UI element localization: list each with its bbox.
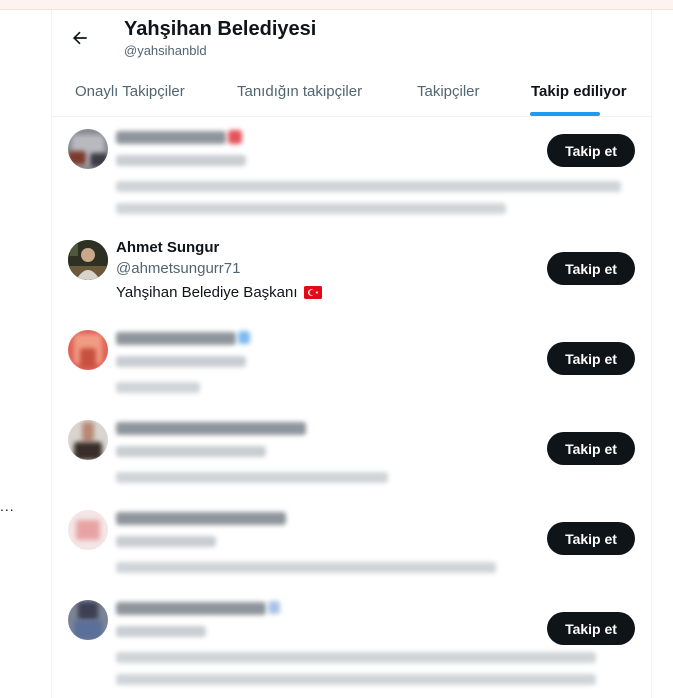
blurred-name xyxy=(116,602,266,615)
blurred-name xyxy=(116,422,306,435)
profile-header: Yahşihan Belediyesi @yahsihanbld xyxy=(52,10,651,66)
follow-button[interactable]: Takip et xyxy=(547,612,635,645)
follow-button[interactable]: Takip et xyxy=(547,342,635,375)
blurred-badge xyxy=(268,601,280,614)
avatar[interactable] xyxy=(68,510,108,550)
follow-tabs: Onaylı Takipçiler Tanıdığın takipçiler T… xyxy=(52,66,651,117)
blurred-name xyxy=(116,512,286,525)
blurred-bio xyxy=(116,652,596,663)
blurred-bio xyxy=(116,562,496,573)
blurred-handle xyxy=(116,155,246,166)
avatar[interactable] xyxy=(68,240,108,280)
user-row[interactable]: Takip et xyxy=(52,498,651,588)
back-arrow-icon xyxy=(72,31,87,45)
avatar[interactable] xyxy=(68,420,108,460)
tab-following[interactable]: Takip ediliyor xyxy=(531,66,627,116)
bio-text: Yahşihan Belediye Başkanı xyxy=(116,284,298,301)
user-row[interactable]: Takip et xyxy=(52,588,651,685)
blurred-handle xyxy=(116,446,266,457)
page-handle: @yahsihanbld xyxy=(124,43,207,58)
following-column: Yahşihan Belediyesi @yahsihanbld Onaylı … xyxy=(51,10,652,698)
user-bio: Yahşihan Belediye Başkanı xyxy=(116,284,322,301)
browser-top-strip xyxy=(0,0,673,10)
blurred-bio xyxy=(116,203,506,214)
follow-button[interactable]: Takip et xyxy=(547,252,635,285)
follow-button[interactable]: Takip et xyxy=(547,134,635,167)
blurred-bio xyxy=(116,674,596,685)
blurred-name xyxy=(116,131,226,144)
turkey-flag-icon xyxy=(303,286,322,299)
follow-button[interactable]: Takip et xyxy=(547,432,635,465)
more-ellipsis[interactable]: ... xyxy=(0,498,15,514)
avatar[interactable] xyxy=(68,600,108,640)
blurred-bio xyxy=(116,382,200,393)
blurred-bio xyxy=(116,181,621,192)
blurred-handle xyxy=(116,536,216,547)
page-title: Yahşihan Belediyesi xyxy=(124,18,317,40)
user-row[interactable]: Takip et xyxy=(52,318,651,408)
blurred-bio xyxy=(116,472,388,483)
blurred-handle xyxy=(116,356,246,367)
avatar[interactable] xyxy=(68,330,108,370)
blurred-name xyxy=(116,332,236,345)
blurred-badge xyxy=(238,331,250,344)
tab-verified-followers[interactable]: Onaylı Takipçiler xyxy=(75,66,185,116)
user-handle[interactable]: @ahmetsungurr71 xyxy=(116,260,240,277)
user-name[interactable]: Ahmet Sungur xyxy=(116,239,219,256)
user-row[interactable]: Takip et xyxy=(52,117,651,214)
avatar-photo xyxy=(68,240,108,280)
back-button[interactable] xyxy=(66,24,94,52)
user-row[interactable]: Ahmet Sungur @ahmetsungurr71 Yahşihan Be… xyxy=(52,228,651,318)
blurred-badge xyxy=(228,130,242,144)
tab-followers-you-know[interactable]: Tanıdığın takipçiler xyxy=(237,66,362,116)
blurred-handle xyxy=(116,626,206,637)
active-tab-indicator xyxy=(530,112,600,116)
follow-button[interactable]: Takip et xyxy=(547,522,635,555)
user-row[interactable]: Takip et xyxy=(52,408,651,498)
tab-followers[interactable]: Takipçiler xyxy=(417,66,480,116)
avatar[interactable] xyxy=(68,129,108,169)
